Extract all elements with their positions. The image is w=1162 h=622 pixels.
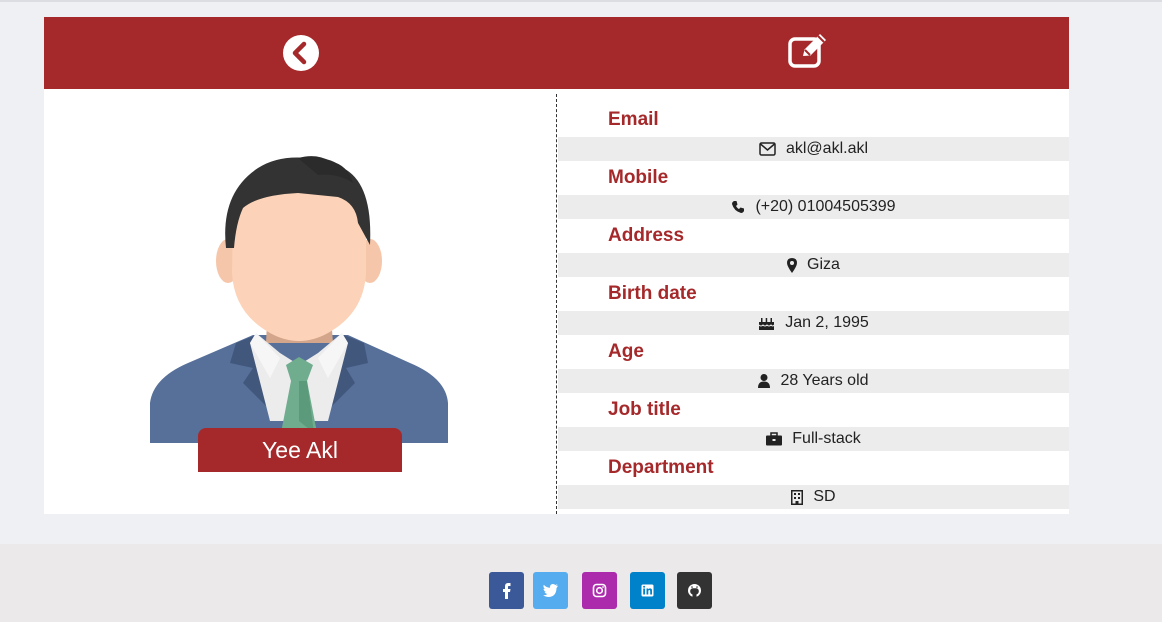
linkedin-icon (641, 584, 654, 597)
field-address: Address Giza (558, 205, 1069, 277)
field-label: Birth date (608, 283, 697, 304)
field-label: Mobile (608, 167, 669, 188)
facebook-icon (503, 583, 511, 599)
profile-card: Yee Akl Email akl@akl.akl Mobile (+20) 0… (44, 17, 1069, 514)
top-border (0, 0, 1162, 2)
linkedin-button[interactable] (630, 572, 665, 609)
instagram-button[interactable] (582, 572, 617, 609)
field-job-title: Job title Full-stack (558, 379, 1069, 451)
field-label: Email (608, 109, 659, 130)
card-header (44, 17, 1069, 89)
department-value: SD (813, 488, 836, 505)
instagram-icon (592, 583, 607, 598)
avatar-pane: Yee Akl (44, 89, 556, 514)
field-mobile: Mobile (+20) 01004505399 (558, 147, 1069, 219)
details-pane: Email akl@akl.akl Mobile (+20) 010045053… (558, 89, 1069, 514)
profile-name: Yee Akl (198, 428, 402, 472)
github-button[interactable] (677, 572, 712, 609)
field-label: Department (608, 457, 714, 478)
field-value: SD (558, 485, 1069, 509)
twitter-button[interactable] (533, 572, 568, 609)
avatar-illustration (150, 156, 448, 453)
facebook-button[interactable] (489, 572, 524, 609)
field-email: Email akl@akl.akl (558, 89, 1069, 161)
edit-square-icon (788, 34, 826, 68)
back-button[interactable] (283, 35, 319, 71)
field-age: Age 28 Years old (558, 321, 1069, 393)
field-label: Address (608, 225, 685, 246)
footer (0, 544, 1162, 622)
field-label: Age (608, 341, 644, 362)
twitter-icon (543, 583, 558, 597)
edit-button[interactable] (787, 32, 831, 70)
field-birth-date: Birth date Jan 2, 1995 (558, 263, 1069, 335)
github-icon (688, 584, 701, 597)
building-icon (791, 489, 804, 505)
field-department: Department SD (558, 437, 1069, 509)
chevron-left-circle-icon (292, 41, 307, 65)
field-label: Job title (608, 399, 681, 420)
pane-divider (556, 94, 557, 514)
